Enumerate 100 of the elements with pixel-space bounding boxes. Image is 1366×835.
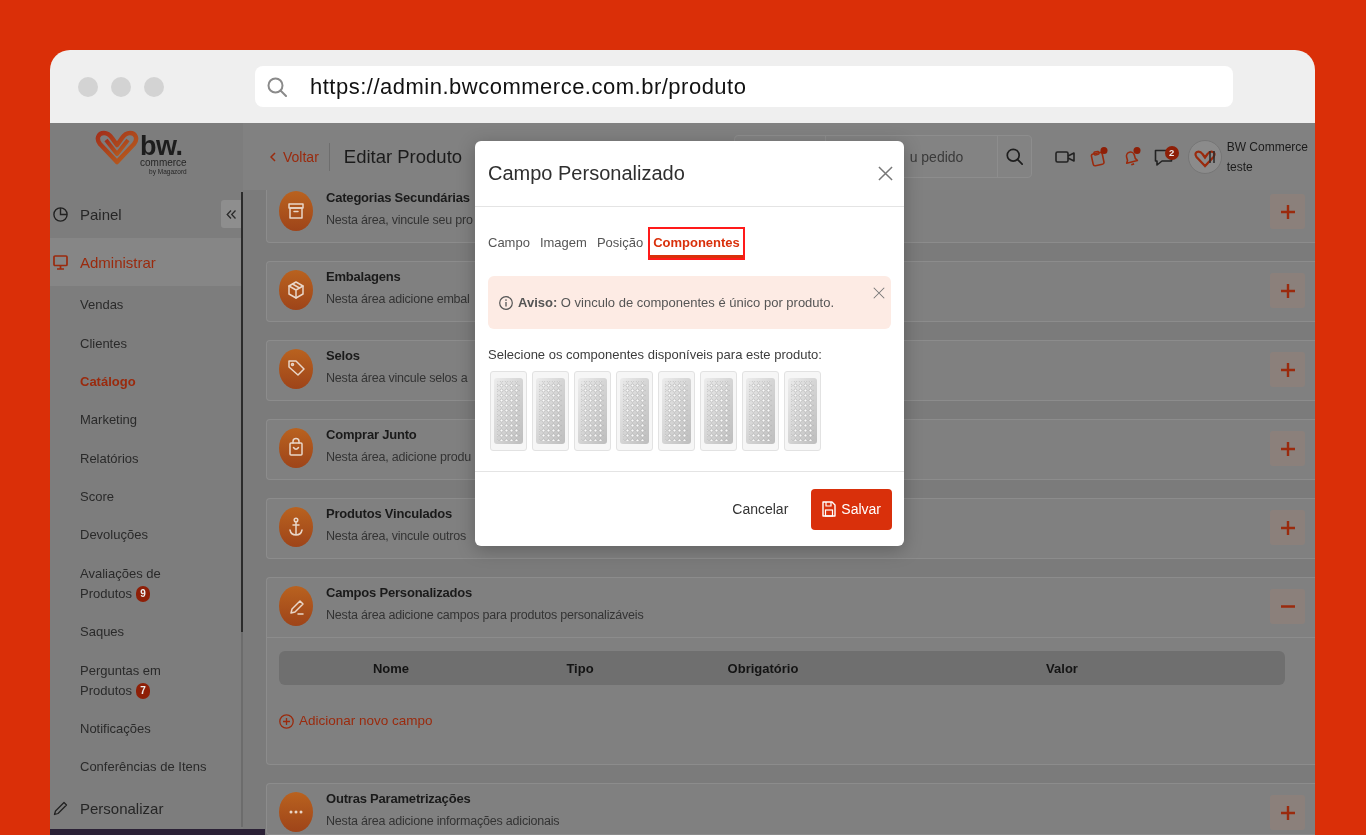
- sidebar-link[interactable]: Avaliações de Produtos 9: [50, 554, 212, 613]
- sidebar-link[interactable]: Vendas: [50, 286, 212, 325]
- column-header: Tipo: [566, 660, 594, 676]
- photo-placeholder: [578, 378, 607, 444]
- component-tile[interactable]: [532, 371, 569, 451]
- plus-icon: [1280, 805, 1295, 820]
- cancel-button[interactable]: Cancelar: [732, 501, 789, 517]
- sidebar-link[interactable]: Conferências de Itens: [50, 748, 212, 787]
- back-link[interactable]: Voltar: [270, 148, 319, 165]
- save-icon: [822, 501, 837, 517]
- plus-icon: [1280, 204, 1295, 219]
- section-title: Selos: [326, 347, 361, 365]
- sidebar-link[interactable]: Score: [50, 477, 212, 517]
- page-title: Editar Produto: [343, 145, 463, 168]
- plus-circle-icon: [279, 713, 294, 729]
- window-dot-icon: [78, 76, 98, 97]
- pie-chart-icon: [53, 206, 68, 222]
- toggle-button[interactable]: [1270, 795, 1305, 830]
- window-dot-icon: [111, 76, 131, 97]
- sidebar-link[interactable]: Clientes: [50, 324, 212, 363]
- shopping-bag-icon: [279, 428, 313, 468]
- monitor-icon: [53, 254, 68, 270]
- section-title: Comprar Junto: [326, 426, 418, 444]
- component-tile[interactable]: [700, 371, 737, 451]
- section-title: Produtos Vinculados: [326, 505, 453, 523]
- more-dots-icon: [279, 792, 313, 832]
- tab[interactable]: Campo: [483, 227, 535, 260]
- user-name: BW Commerce: [1226, 138, 1308, 156]
- sidebar-link[interactable]: Saques: [50, 613, 212, 652]
- search-icon: [267, 76, 287, 97]
- photo-placeholder: [536, 378, 565, 444]
- section-title: Embalagens: [326, 268, 402, 286]
- close-icon[interactable]: [873, 287, 885, 299]
- photo-placeholder: [620, 378, 649, 444]
- minus-icon: [1280, 605, 1295, 608]
- prompt-text: Selecione os componentes disponíveis para este produto:: [488, 347, 823, 363]
- add-field-link[interactable]: Adicionar novo campo: [279, 711, 433, 731]
- sidebar-item[interactable]: Personalizar: [50, 786, 241, 831]
- sidebar-link[interactable]: Marketing: [50, 401, 212, 440]
- column-header: Nome: [372, 660, 410, 676]
- section-title: Categorias Secundárias: [326, 190, 471, 207]
- toggle-button[interactable]: [1270, 194, 1305, 229]
- toggle-button[interactable]: [1270, 589, 1305, 624]
- photo-placeholder: [662, 378, 691, 444]
- archive-box-icon: [279, 191, 313, 231]
- toggle-button[interactable]: [1270, 510, 1305, 545]
- brand-tagline: commerce: [140, 157, 187, 168]
- alert-text: Aviso: O vinculo de componentes é único por produto.: [518, 295, 836, 310]
- section-title: Campos Personalizados: [326, 584, 474, 602]
- section-description: Nesta área adicione campos para produtos personalizáveis: [326, 607, 644, 624]
- plus-icon: [1280, 362, 1295, 377]
- sidebar-link[interactable]: Perguntas em Produtos 7: [50, 651, 212, 710]
- column-header: Obrigatório: [727, 660, 799, 676]
- window-dot-icon: [144, 76, 164, 97]
- component-tile[interactable]: [574, 371, 611, 451]
- address-bar[interactable]: https://admin.bwcommerce.com.br/produto: [255, 66, 1233, 107]
- tab[interactable]: Posição: [591, 227, 649, 260]
- section-description: Nesta área vincule selos a: [326, 370, 468, 387]
- column-header: Valor: [1046, 660, 1078, 676]
- section-description: Nesta área, vincule outros: [326, 528, 466, 545]
- sidebar-item[interactable]: Administrar: [50, 238, 241, 286]
- collapse-button[interactable]: [221, 200, 241, 228]
- photo-placeholder: [746, 378, 775, 444]
- tag-icon: [279, 349, 313, 389]
- info-icon: [499, 295, 513, 310]
- search-icon: [1005, 148, 1023, 165]
- sidebar-link[interactable]: Devoluções: [50, 516, 212, 555]
- component-tile[interactable]: [742, 371, 779, 451]
- toggle-button[interactable]: [1270, 352, 1305, 387]
- plus-icon: [1280, 520, 1295, 535]
- pencil-icon: [53, 801, 68, 816]
- anchor-icon: [279, 507, 313, 547]
- sidebar-link[interactable]: Catálogo: [50, 362, 212, 402]
- section-description: Nesta área adicione embal: [326, 291, 470, 308]
- dialog-title: Campo Personalizado: [488, 162, 685, 185]
- close-icon[interactable]: [878, 166, 893, 181]
- count-badge: 7: [136, 683, 151, 700]
- avatar-icon[interactable]: [1187, 139, 1222, 174]
- section-description: Nesta área, adicione produ: [326, 449, 471, 466]
- sidebar-item[interactable]: Painel: [50, 190, 221, 238]
- save-button[interactable]: Salvar: [811, 488, 892, 530]
- photo-placeholder: [704, 378, 733, 444]
- sidebar-link[interactable]: Relatórios: [50, 439, 212, 478]
- tab[interactable]: Componentes: [648, 227, 745, 260]
- section-description: Nesta área, vincule seu pro: [326, 212, 473, 229]
- component-tile[interactable]: [616, 371, 653, 451]
- plus-icon: [1280, 441, 1295, 456]
- tab[interactable]: Imagem: [534, 227, 592, 260]
- plus-icon: [1280, 283, 1295, 298]
- chevrons-left-icon: [226, 209, 236, 219]
- section-description: Nesta área adicione informações adicionais: [326, 813, 560, 830]
- scrollbar-thumb[interactable]: [241, 192, 243, 632]
- toggle-button[interactable]: [1270, 273, 1305, 308]
- component-tile[interactable]: [490, 371, 527, 451]
- component-tile[interactable]: [658, 371, 695, 451]
- section-title: Outras Parametrizações: [326, 790, 472, 808]
- component-tile[interactable]: [784, 371, 821, 451]
- chevron-left-icon: [270, 151, 276, 162]
- sidebar-link[interactable]: Notificações: [50, 709, 212, 749]
- toggle-button[interactable]: [1270, 431, 1305, 466]
